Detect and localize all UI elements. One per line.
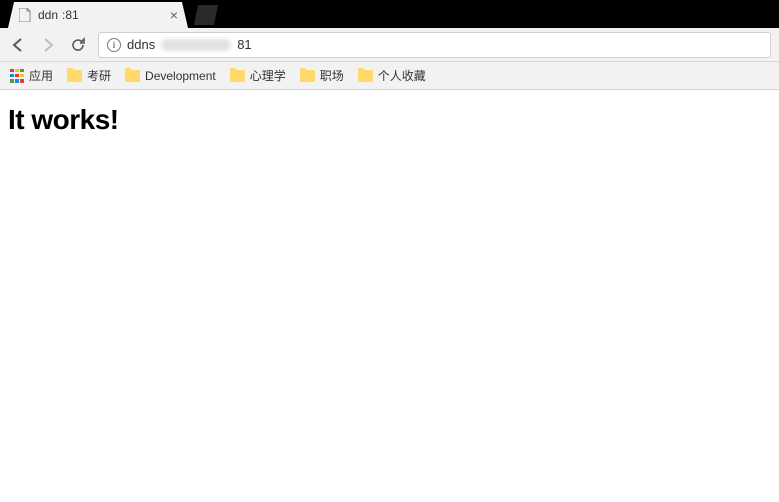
bookmark-folder[interactable]: Development bbox=[125, 69, 216, 83]
bookmark-label: 职场 bbox=[320, 67, 344, 84]
redacted-text bbox=[161, 39, 231, 51]
folder-icon bbox=[125, 70, 140, 82]
apps-label: 应用 bbox=[29, 67, 53, 84]
folder-icon bbox=[67, 70, 82, 82]
forward-button[interactable] bbox=[38, 35, 58, 55]
info-icon[interactable]: i bbox=[107, 38, 121, 52]
apps-icon bbox=[10, 69, 24, 83]
bookmark-folder[interactable]: 考研 bbox=[67, 67, 111, 84]
page-icon bbox=[18, 8, 32, 22]
url-text: ddns bbox=[127, 37, 155, 52]
bookmark-label: Development bbox=[145, 69, 216, 83]
bookmark-label: 考研 bbox=[87, 67, 111, 84]
page-heading: It works! bbox=[8, 104, 771, 136]
folder-icon bbox=[358, 70, 373, 82]
close-icon[interactable]: × bbox=[170, 8, 178, 22]
toolbar: i ddns 81 bbox=[0, 28, 779, 62]
tab-title: ddn:81 bbox=[38, 8, 160, 22]
new-tab-button[interactable] bbox=[194, 5, 218, 25]
bookmark-label: 心理学 bbox=[250, 67, 286, 84]
bookmark-label: 个人收藏 bbox=[378, 67, 426, 84]
reload-button[interactable] bbox=[68, 35, 88, 55]
folder-icon bbox=[300, 70, 315, 82]
folder-icon bbox=[230, 70, 245, 82]
apps-shortcut[interactable]: 应用 bbox=[10, 67, 53, 84]
address-bar[interactable]: i ddns 81 bbox=[98, 32, 771, 58]
page-content: It works! bbox=[0, 90, 779, 150]
back-button[interactable] bbox=[8, 35, 28, 55]
url-text: 81 bbox=[237, 37, 251, 52]
bookmarks-bar: 应用 考研 Development 心理学 职场 个人收藏 bbox=[0, 62, 779, 90]
bookmark-folder[interactable]: 职场 bbox=[300, 67, 344, 84]
bookmark-folder[interactable]: 个人收藏 bbox=[358, 67, 426, 84]
browser-tab[interactable]: ddn:81 × bbox=[8, 2, 188, 28]
bookmark-folder[interactable]: 心理学 bbox=[230, 67, 286, 84]
tab-strip: ddn:81 × bbox=[0, 0, 779, 28]
